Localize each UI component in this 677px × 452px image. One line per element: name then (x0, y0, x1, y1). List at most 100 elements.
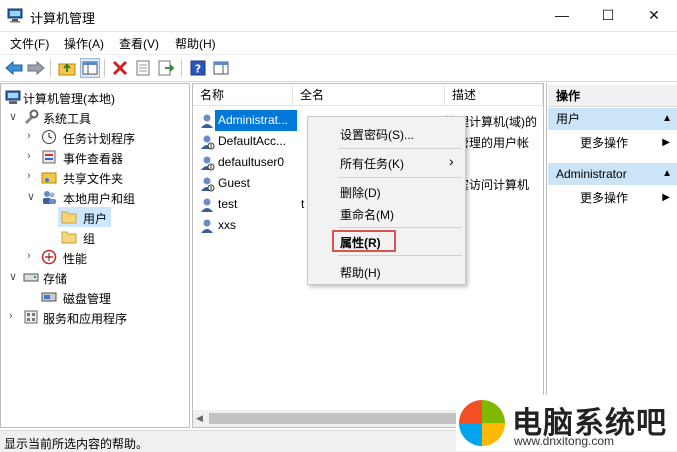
user-name: xxs (218, 218, 236, 232)
menu-item-label: 删除(D) (340, 186, 381, 200)
expander-icon[interactable]: ∨ (9, 270, 17, 283)
services-icon (23, 309, 39, 325)
disabled-user-icon (199, 176, 215, 192)
user-name: test (218, 197, 238, 211)
back-arrow-icon[interactable] (4, 58, 24, 78)
delete-icon[interactable] (110, 58, 130, 78)
tree-item-disk-management[interactable]: 磁盘管理 (1, 287, 189, 307)
title-bar: 计算机管理 — ☐ ✕ (0, 0, 677, 32)
collapse-up-icon[interactable]: ▲ (662, 108, 672, 130)
action-more-actions[interactable]: 更多操作 ▶ (548, 187, 677, 209)
close-button[interactable]: ✕ (631, 0, 677, 31)
shared-folder-icon (41, 169, 57, 185)
menu-separator (338, 227, 462, 228)
tree-item-groups[interactable]: 组 (1, 227, 189, 247)
scroll-left-icon[interactable]: ◀ (196, 413, 203, 424)
expander-icon[interactable]: ∨ (27, 190, 35, 203)
windows-logo-icon (458, 399, 506, 447)
tree-item-label: 存储 (43, 272, 68, 286)
show-hide-action-pane-icon[interactable] (211, 58, 231, 78)
menu-bar: 文件(F) 操作(A) 查看(V) 帮助(H) (0, 32, 677, 54)
tree-item-computer-management[interactable]: 计算机管理(本地) (1, 87, 189, 107)
action-group-title: 用户 (556, 112, 581, 126)
scrollbar-thumb[interactable] (209, 413, 459, 424)
tree-item-task-scheduler[interactable]: › 任务计划程序 (1, 127, 189, 147)
maximize-button[interactable]: ☐ (585, 0, 631, 31)
action-group-users[interactable]: 用户 ▲ (548, 108, 677, 130)
tree-item-label: 用户 (83, 212, 108, 226)
collapse-up-icon[interactable]: ▲ (662, 163, 672, 185)
tree-item-label: 任务计划程序 (63, 132, 136, 146)
action-group-title: Administrator (556, 167, 627, 181)
tree-item-storage[interactable]: ∨ 存储 (1, 267, 189, 287)
menu-item-properties[interactable]: 属性(R) (309, 230, 464, 252)
submenu-arrow-icon: ▶ (662, 192, 670, 203)
expander-icon[interactable]: › (27, 150, 31, 162)
properties-icon[interactable] (133, 58, 153, 78)
user-name: DefaultAcc... (218, 134, 287, 148)
action-group-administrator[interactable]: Administrator ▲ (548, 163, 677, 185)
expander-icon[interactable]: › (27, 130, 31, 142)
tree-item-label: 磁盘管理 (63, 292, 112, 306)
menu-file[interactable]: 文件(F) (10, 35, 49, 52)
menu-item-delete[interactable]: 删除(D) (309, 180, 464, 202)
menu-item-all-tasks[interactable]: 所有任务(K) › (309, 151, 464, 173)
action-more-actions[interactable]: 更多操作 ▶ (548, 132, 677, 154)
expander-icon[interactable]: › (27, 250, 31, 262)
submenu-arrow-icon: › (449, 153, 454, 169)
menu-item-label: 帮助(H) (340, 266, 381, 280)
expander-icon[interactable]: ∨ (9, 110, 17, 123)
menu-item-label: 设置密码(S)... (340, 128, 414, 142)
column-header-name[interactable]: 名称 (193, 84, 293, 106)
tree-item-users[interactable]: 用户 (1, 207, 189, 227)
menu-separator (338, 177, 462, 178)
tree-item-event-viewer[interactable]: › 事件查看器 (1, 147, 189, 167)
menu-item-help[interactable]: 帮助(H) (309, 260, 464, 282)
user-icon (199, 197, 215, 213)
tree-item-label: 系统工具 (43, 112, 92, 126)
expander-icon[interactable]: › (9, 310, 13, 322)
storage-icon (23, 269, 39, 285)
tree-item-system-tools[interactable]: ∨ 系统工具 (1, 107, 189, 127)
performance-icon (41, 249, 57, 265)
users-group-icon (41, 189, 57, 205)
disabled-user-icon (199, 155, 215, 171)
disabled-user-icon (199, 134, 215, 150)
tree-item-local-users-groups[interactable]: ∨ 本地用户和组 (1, 187, 189, 207)
disk-management-icon (41, 289, 57, 305)
expander-icon[interactable]: › (27, 170, 31, 182)
menu-view[interactable]: 查看(V) (119, 35, 159, 52)
toolbar-separator (104, 59, 105, 77)
user-name: defaultuser0 (218, 155, 285, 169)
action-pane-title: 操作 (548, 85, 677, 107)
menu-item-label: 重命名(M) (340, 208, 394, 222)
tree-item-label: 事件查看器 (63, 152, 124, 166)
menu-item-rename[interactable]: 重命名(M) (309, 202, 464, 224)
column-header-fullname[interactable]: 全名 (293, 84, 445, 106)
tree-item-performance[interactable]: › 性能 (1, 247, 189, 267)
user-fullname: t (301, 197, 305, 211)
minimize-button[interactable]: — (539, 0, 585, 31)
forward-arrow-icon[interactable] (26, 58, 46, 78)
context-menu: 设置密码(S)... 所有任务(K) › 删除(D) 重命名(M) 属性(R) … (307, 116, 466, 285)
computer-management-icon (7, 8, 23, 23)
column-header-description[interactable]: 描述 (445, 84, 543, 106)
event-viewer-icon (41, 149, 57, 165)
action-pane: 操作 用户 ▲ 更多操作 ▶ Administrator ▲ 更多操作 ▶ (546, 83, 677, 428)
menu-item-label: 所有任务(K) (340, 157, 404, 171)
submenu-arrow-icon: ▶ (662, 137, 670, 148)
show-hide-tree-icon[interactable] (80, 58, 100, 78)
tree-item-label: 服务和应用程序 (43, 312, 128, 326)
tree-item-shared-folders[interactable]: › 共享文件夹 (1, 167, 189, 187)
menu-action[interactable]: 操作(A) (64, 35, 104, 52)
user-name: Guest (218, 176, 251, 190)
folder-icon (61, 229, 77, 245)
menu-separator (338, 255, 462, 256)
tree-item-services-applications[interactable]: › 服务和应用程序 (1, 307, 189, 327)
export-list-icon[interactable] (156, 58, 176, 78)
menu-item-set-password[interactable]: 设置密码(S)... (309, 122, 464, 144)
help-icon[interactable]: ? (188, 58, 208, 78)
menu-help[interactable]: 帮助(H) (175, 35, 216, 52)
up-folder-icon[interactable] (57, 58, 77, 78)
console-tree: 计算机管理(本地) ∨ 系统工具 › 任务计划程序 › 事件查看器 › 共享文件… (0, 83, 190, 428)
